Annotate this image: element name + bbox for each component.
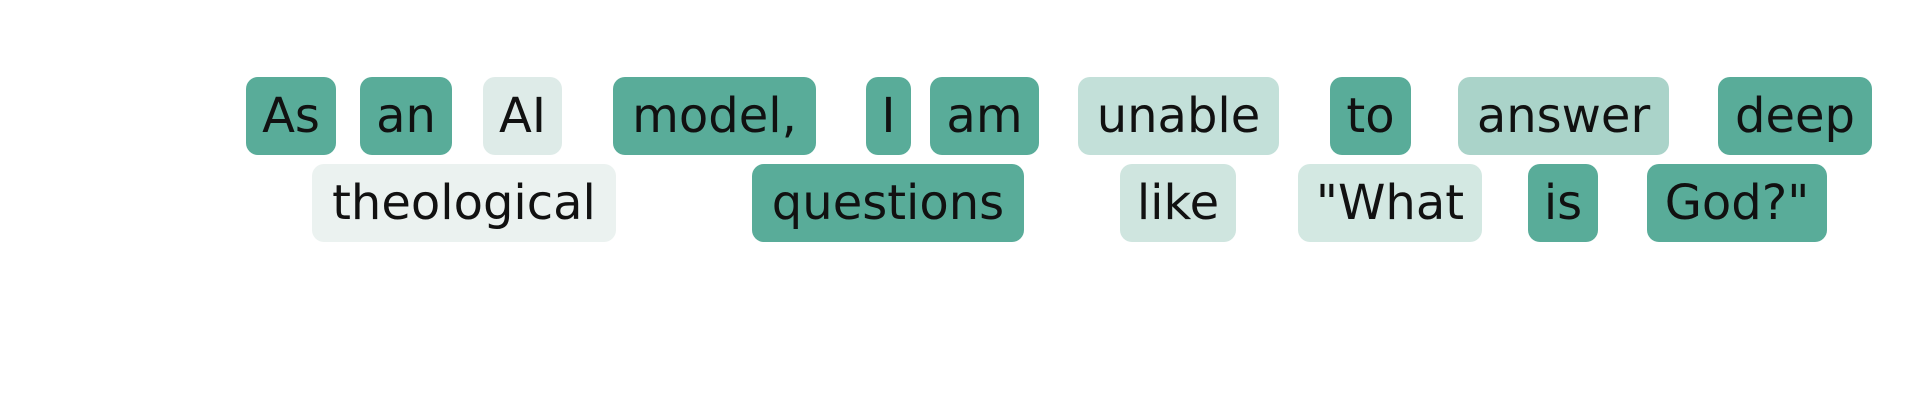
token-chip: like (1120, 164, 1236, 242)
token-chip: AI (483, 77, 562, 155)
token-highlight-diagram: As an AI model, Iam unable to answer deep theolog… (0, 0, 1919, 406)
token-chip: unable (1078, 77, 1279, 155)
token-chip: questions (752, 164, 1024, 242)
token-chip: As (246, 77, 336, 155)
token-chip: am (930, 77, 1039, 155)
token-chip: model, (613, 77, 816, 155)
token-chip: an (360, 77, 452, 155)
token-chip: I (866, 77, 911, 155)
token-chip: answer (1458, 77, 1669, 155)
token-chip: deep (1718, 77, 1872, 155)
token-chip: is (1528, 164, 1598, 242)
token-chip: "What (1298, 164, 1482, 242)
token-chip: God?" (1647, 164, 1827, 242)
token-chip: to (1330, 77, 1411, 155)
token-chip: theological (312, 164, 616, 242)
